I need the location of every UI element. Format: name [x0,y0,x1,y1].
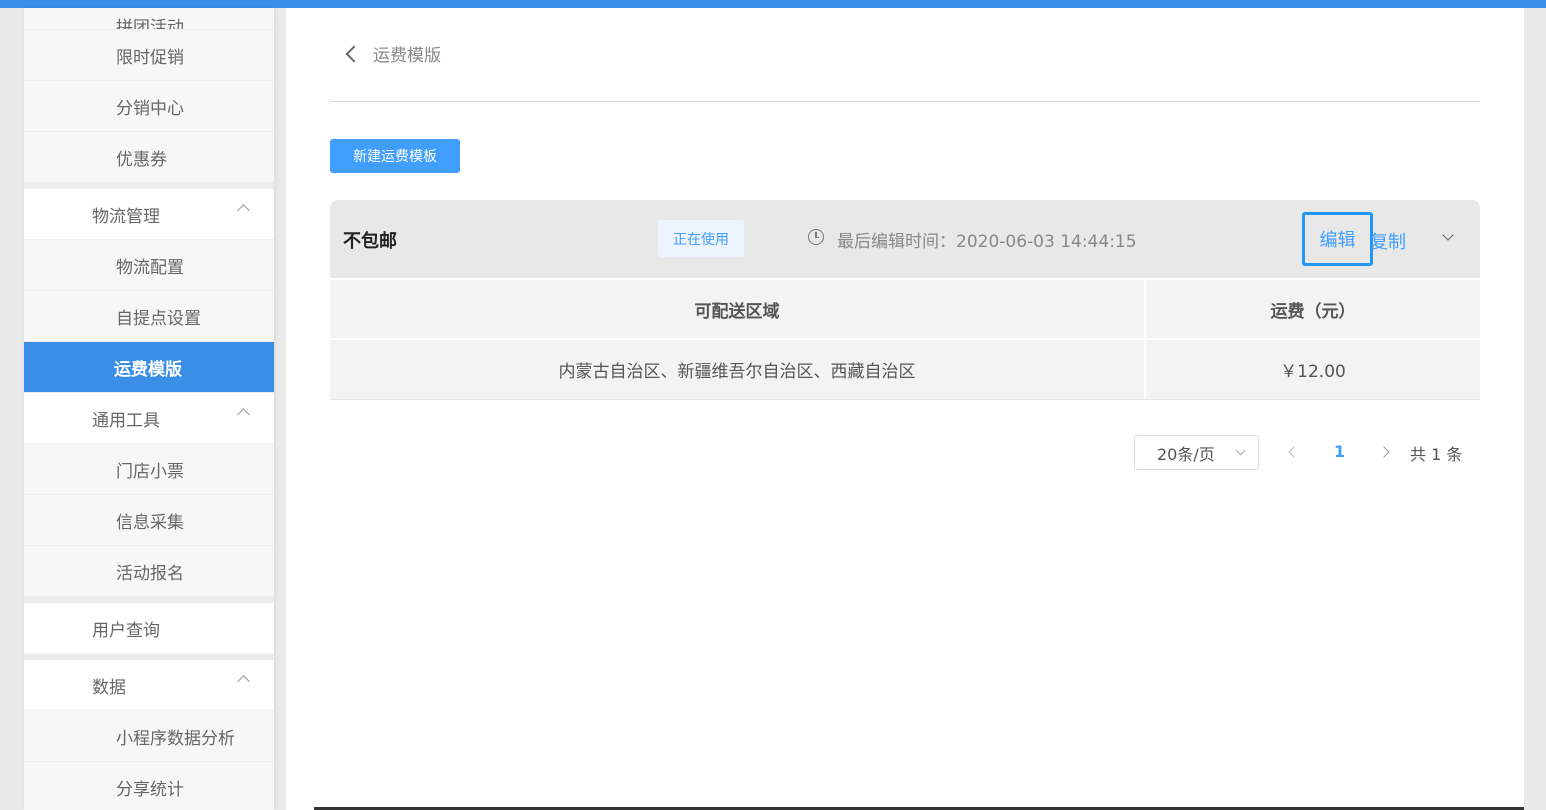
last-edit-time-label: 最后编辑时间： [837,232,956,252]
sidebar-item-flash-sale[interactable]: 限时促销 [24,30,274,81]
sidebar-item-event-signup[interactable]: 活动报名 [24,546,274,597]
chevron-up-icon [237,204,250,217]
sidebar-item-user-query[interactable]: 用户查询 [24,603,274,654]
status-badge: 正在使用 [658,220,744,257]
sidebar-group-tools[interactable]: 通用工具 [24,393,274,444]
sidebar-item-coupons[interactable]: 优惠券 [24,132,274,183]
sidebar-group-label: 数据 [92,677,126,698]
table-header-row: 可配送区域 运费（元） [330,280,1480,340]
chevron-right-icon[interactable] [1379,445,1393,459]
sidebar-group-data[interactable]: 数据 [24,660,274,711]
sidebar-item-logistics-config[interactable]: 物流配置 [24,240,274,291]
sidebar-item-share-stats[interactable]: 分享统计 [24,762,274,810]
last-edit-time: 最后编辑时间：2020-06-03 14:44:15 [837,227,1137,252]
chevron-up-icon [237,675,250,688]
clock-icon [808,229,824,245]
column-header-fee: 运费（元） [1270,301,1356,322]
pagination: 20条/页 1 共 1 条 [1134,435,1474,471]
page-size-value: 20条/页 [1157,444,1215,464]
sidebar-group-label: 用户查询 [92,620,160,641]
page-size-select[interactable]: 20条/页 [1134,435,1259,470]
sidebar-group-label: 物流管理 [92,206,160,227]
page-number[interactable]: 1 [1334,442,1345,461]
chevron-up-icon [237,408,250,421]
back-icon[interactable] [342,43,364,65]
table-cell-region: 内蒙古自治区、新疆维吾尔自治区、西藏自治区 [330,340,1146,399]
sidebar-item-store-receipt[interactable]: 门店小票 [24,444,274,495]
sidebar-item-shipping-templates[interactable]: 运费模版 [24,342,274,393]
new-shipping-template-button[interactable]: 新建运费模板 [330,139,460,173]
table-cell-fee: ￥12.00 [1280,362,1346,382]
sidebar-item-info-collection[interactable]: 信息采集 [24,495,274,546]
sidebar: 拼团活动 限时促销 分销中心 优惠券 物流管理 物流配置 自提点设置 运费模版 … [24,8,274,810]
chevron-down-icon[interactable] [1441,230,1455,244]
table-row: 内蒙古自治区、新疆维吾尔自治区、西藏自治区 ￥12.00 [330,340,1480,400]
sidebar-item-miniapp-analytics[interactable]: 小程序数据分析 [24,711,274,762]
edit-button[interactable]: 编辑 [1302,212,1373,266]
template-name: 不包邮 [343,231,397,252]
page-title: 运费模版 [373,46,441,66]
chevron-left-icon[interactable] [1286,445,1300,459]
column-header-region: 可配送区域 [330,280,1146,338]
top-accent-bar [0,0,1546,8]
main-content: 运费模版 新建运费模板 不包邮 正在使用 最后编辑时间：2020-06-03 1… [286,8,1524,810]
sidebar-item-pickup-points[interactable]: 自提点设置 [24,291,274,342]
sidebar-item-distribution[interactable]: 分销中心 [24,81,274,132]
sidebar-group-logistics[interactable]: 物流管理 [24,189,274,240]
sidebar-item-group-buy[interactable]: 拼团活动 [24,8,274,30]
last-edit-time-value: 2020-06-03 14:44:15 [956,232,1137,252]
page-header: 运费模版 [330,8,1480,102]
sidebar-group-label: 通用工具 [92,410,160,431]
copy-button[interactable]: 复制 [1370,228,1406,254]
chevron-down-icon [1235,445,1246,456]
shipping-table: 可配送区域 运费（元） 内蒙古自治区、新疆维吾尔自治区、西藏自治区 ￥12.00 [330,280,1480,400]
template-header: 不包邮 正在使用 最后编辑时间：2020-06-03 14:44:15 编辑 复… [330,200,1480,278]
total-count: 共 1 条 [1410,445,1463,464]
